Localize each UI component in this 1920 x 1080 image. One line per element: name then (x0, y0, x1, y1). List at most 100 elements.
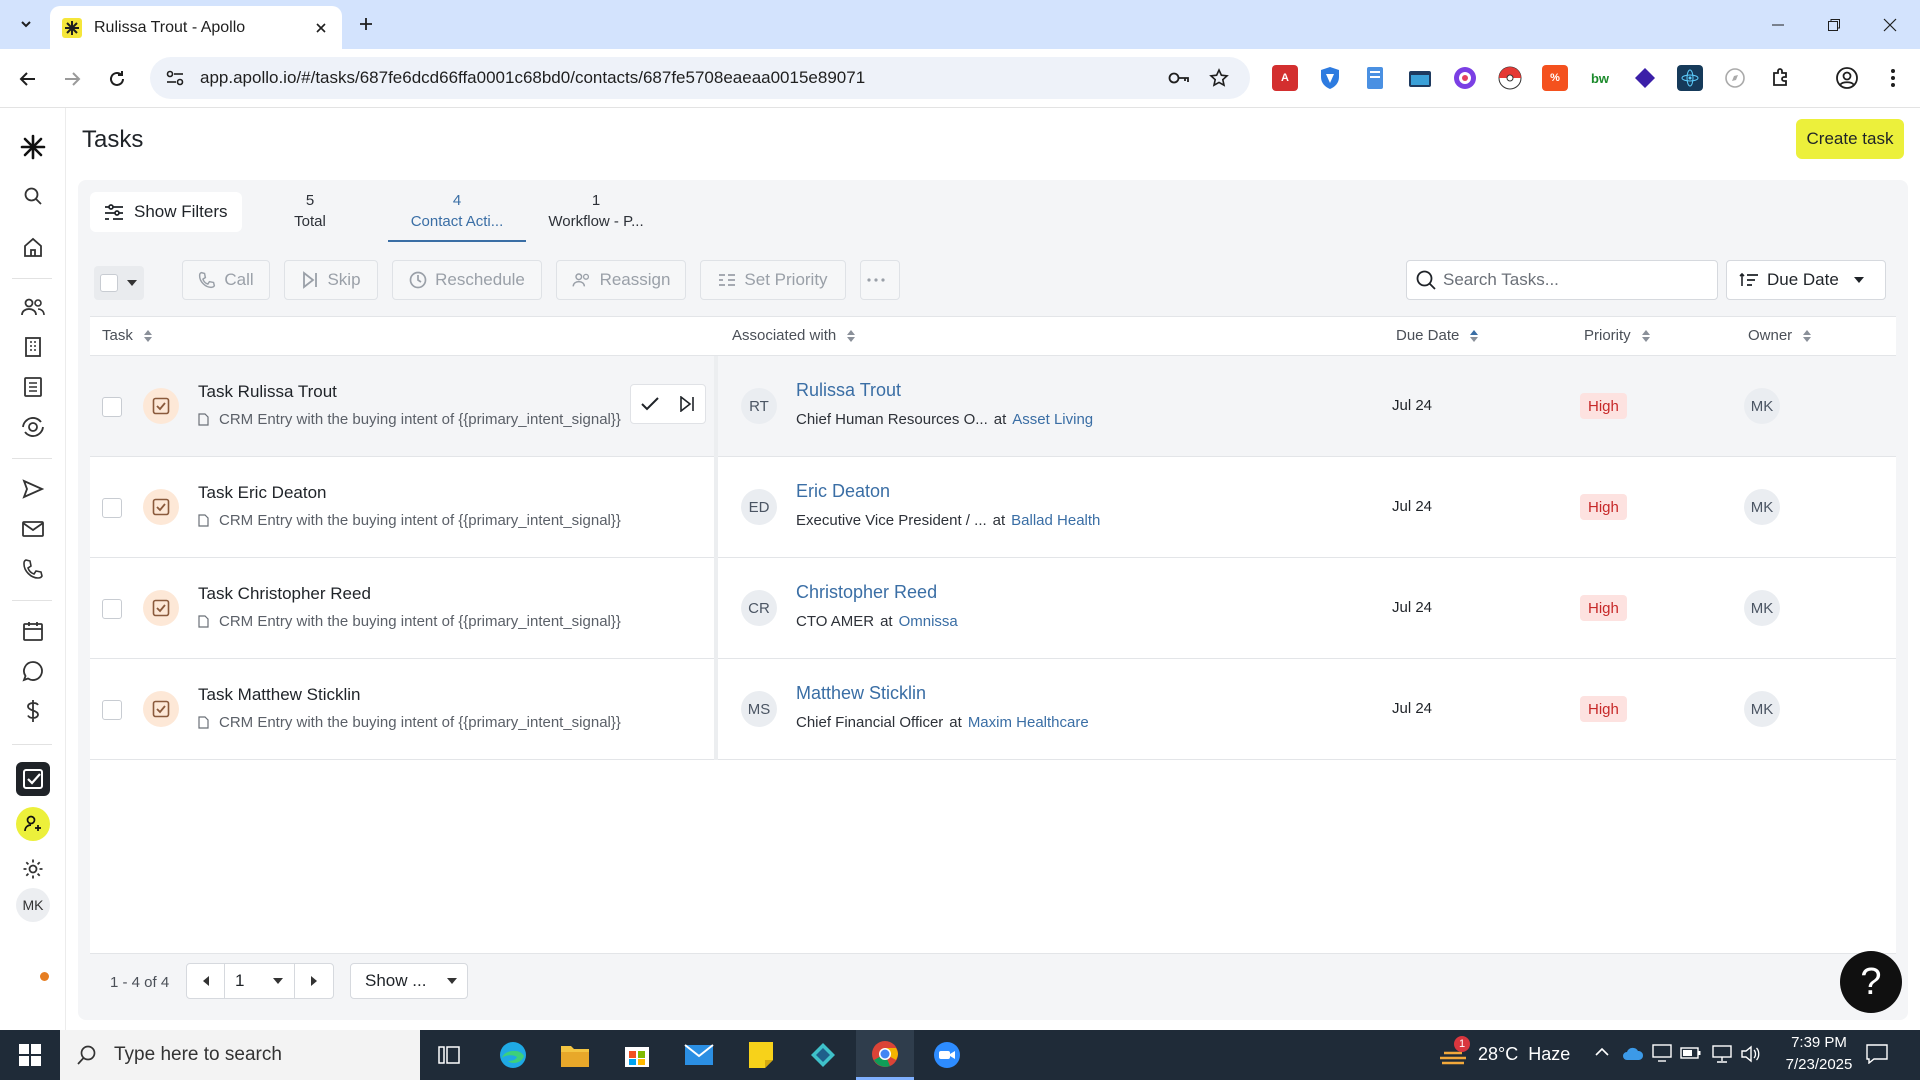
reschedule-button[interactable]: Reschedule (392, 260, 542, 300)
company-link[interactable]: Maxim Healthcare (968, 714, 1089, 731)
zoom-icon[interactable] (918, 1030, 976, 1080)
tasks-icon[interactable] (16, 762, 50, 796)
page-size-dropdown[interactable]: Show ... (350, 963, 468, 999)
column-due-date[interactable]: Due Date (1396, 327, 1479, 344)
search-tasks-field[interactable] (1406, 260, 1718, 300)
help-button[interactable]: ? (1840, 951, 1902, 1013)
contact-name-link[interactable]: Eric Deaton (796, 481, 890, 502)
column-owner[interactable]: Owner (1748, 327, 1812, 344)
task-view-icon[interactable] (420, 1030, 478, 1080)
search-tasks-input[interactable] (1443, 270, 1703, 290)
network-icon[interactable] (1712, 1045, 1732, 1066)
select-all-checkbox[interactable] (100, 274, 118, 292)
company-link[interactable]: Omnissa (899, 613, 958, 630)
skip-button[interactable]: Skip (284, 260, 378, 300)
home-icon[interactable] (16, 230, 50, 264)
tab-total[interactable]: 5 Total (258, 190, 362, 242)
minimize-button[interactable] (1750, 0, 1806, 49)
row-checkbox[interactable] (102, 700, 122, 720)
profile-icon[interactable] (1834, 65, 1860, 91)
restore-button[interactable] (1806, 0, 1862, 49)
weather-text[interactable]: 28°C Haze (1478, 1044, 1570, 1065)
page-select[interactable]: 1 (225, 964, 295, 998)
task-name[interactable]: Task Rulissa Trout (198, 382, 337, 402)
close-window-button[interactable] (1862, 0, 1918, 49)
browser-tab[interactable]: Rulissa Trout - Apollo (50, 6, 342, 49)
skip-icon[interactable] (668, 385, 705, 423)
owner-avatar[interactable]: MK (1744, 691, 1780, 727)
tab-workflow[interactable]: 1 Workflow - P... (528, 190, 664, 242)
compass-extension-icon[interactable] (1722, 65, 1748, 91)
contact-name-link[interactable]: Matthew Sticklin (796, 683, 926, 704)
create-task-button[interactable]: Create task (1796, 119, 1904, 159)
companies-icon[interactable] (16, 330, 50, 364)
more-actions-button[interactable] (860, 260, 900, 300)
sequences-send-icon[interactable] (16, 472, 50, 506)
mail-icon[interactable] (670, 1030, 728, 1080)
call-button[interactable]: Call (182, 260, 270, 300)
monitor-icon[interactable] (1652, 1044, 1672, 1065)
forward-button[interactable] (56, 63, 88, 95)
email-icon[interactable] (16, 512, 50, 546)
taskbar-search[interactable]: Type here to search (60, 1030, 420, 1080)
sticky-notes-icon[interactable] (732, 1030, 790, 1080)
task-name[interactable]: Task Eric Deaton (198, 483, 327, 503)
reload-button[interactable] (101, 63, 133, 95)
row-checkbox[interactable] (102, 498, 122, 518)
set-priority-button[interactable]: Set Priority (700, 260, 846, 300)
edge-browser-icon[interactable] (484, 1030, 542, 1080)
company-link[interactable]: Asset Living (1012, 411, 1093, 428)
select-all-dropdown[interactable] (94, 266, 144, 300)
new-tab-button[interactable] (352, 10, 380, 38)
task-name[interactable]: Task Matthew Sticklin (198, 685, 361, 705)
clock-date[interactable]: 7/23/2025 (1776, 1056, 1862, 1073)
row-checkbox[interactable] (102, 599, 122, 619)
sort-dropdown[interactable]: Due Date (1726, 260, 1886, 300)
store-icon[interactable] (608, 1030, 666, 1080)
deals-dollar-icon[interactable] (16, 694, 50, 728)
complete-check-icon[interactable] (631, 385, 668, 423)
onedrive-cloud-icon[interactable] (1622, 1045, 1644, 1064)
table-row[interactable]: Task Eric Deaton CRM Entry with the buyi… (90, 457, 1896, 558)
bw-extension-icon[interactable]: bw (1587, 65, 1613, 91)
reassign-button[interactable]: Reassign (556, 260, 686, 300)
bookmark-star-icon[interactable] (1204, 63, 1234, 93)
chrome-icon[interactable] (856, 1030, 914, 1080)
column-task[interactable]: Task (102, 327, 153, 344)
row-checkbox[interactable] (102, 397, 122, 417)
atom-extension-icon[interactable] (1677, 65, 1703, 91)
search-icon[interactable] (16, 179, 50, 213)
apollo-logo-icon[interactable] (16, 130, 50, 164)
clock-time[interactable]: 7:39 PM (1784, 1034, 1854, 1051)
table-row[interactable]: Task Matthew Sticklin CRM Entry with the… (90, 659, 1896, 760)
add-contact-icon[interactable] (16, 807, 50, 841)
file-explorer-icon[interactable] (546, 1030, 604, 1080)
contact-name-link[interactable]: Rulissa Trout (796, 380, 901, 401)
column-associated[interactable]: Associated with (732, 327, 856, 344)
company-link[interactable]: Ballad Health (1011, 512, 1100, 529)
priority-badge[interactable]: High (1580, 393, 1627, 419)
browser-menu-icon[interactable] (1880, 65, 1906, 91)
conversations-icon[interactable] (16, 654, 50, 688)
next-page-button[interactable] (295, 964, 333, 998)
pokeball-extension-icon[interactable] (1497, 65, 1523, 91)
app-diamond-icon[interactable] (794, 1030, 852, 1080)
phone-icon[interactable] (16, 552, 50, 586)
tab-search-button[interactable] (11, 9, 41, 39)
circle-extension-icon[interactable] (1452, 65, 1478, 91)
password-key-icon[interactable] (1164, 63, 1194, 93)
priority-badge[interactable]: High (1580, 696, 1627, 722)
table-row[interactable]: Task Christopher Reed CRM Entry with the… (90, 558, 1896, 659)
task-name[interactable]: Task Christopher Reed (198, 584, 371, 604)
column-priority[interactable]: Priority (1584, 327, 1651, 344)
contact-name-link[interactable]: Christopher Reed (796, 582, 937, 603)
document-extension-icon[interactable] (1362, 65, 1388, 91)
volume-icon[interactable] (1740, 1045, 1760, 1066)
notifications-icon[interactable] (1866, 1044, 1888, 1067)
diamond-extension-icon[interactable] (1632, 65, 1658, 91)
percent-extension-icon[interactable]: % (1542, 65, 1568, 91)
table-row[interactable]: Task Rulissa Trout CRM Entry with the bu… (90, 356, 1896, 457)
tab-contact-actions[interactable]: 4 Contact Acti... (388, 190, 526, 242)
settings-gear-icon[interactable] (16, 852, 50, 886)
lists-icon[interactable] (16, 370, 50, 404)
